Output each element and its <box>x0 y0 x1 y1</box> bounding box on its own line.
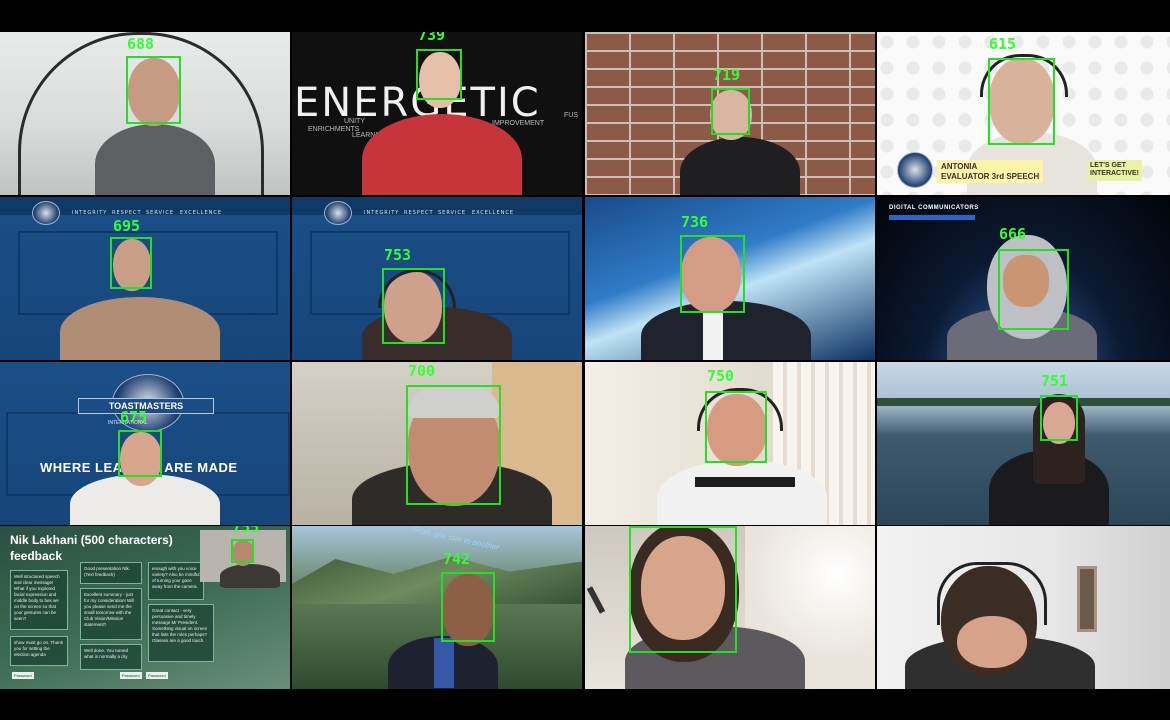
feedback-title: Nik Lakhani (500 characters) feedback <box>10 532 173 564</box>
face-id-label: 615 <box>989 35 1017 53</box>
face-id-label: 695 <box>113 217 141 235</box>
face-box <box>988 58 1055 145</box>
face-id-label: 688 <box>127 35 155 53</box>
pen <box>586 586 606 614</box>
face-id-label: 666 <box>999 225 1027 243</box>
face-box <box>126 56 181 124</box>
face-box <box>110 237 152 289</box>
feedback-card: Good presentation Nik. (Text feedback) <box>80 562 142 584</box>
feedback-card: Well structured speech and clear message… <box>10 570 68 630</box>
banner-word: INTEGRITY <box>364 210 400 216</box>
participant-tile-9[interactable]: TOASTMASTERS INTERNATIONAL WHERE LEADERS… <box>0 362 290 525</box>
background-small-word: FUS <box>564 112 578 119</box>
face-box <box>680 235 745 313</box>
participant-tile-16[interactable] <box>877 526 1170 689</box>
background-small-word: IMPROVEMENT <box>492 120 545 127</box>
brand-label: DIGITAL COMMUNICATORS <box>889 205 979 211</box>
face-id-label: 736 <box>681 213 709 231</box>
face-box <box>406 385 501 505</box>
shoreline <box>877 398 1170 406</box>
participant-tile-8[interactable]: DIGITAL COMMUNICATORS 666 <box>877 197 1170 360</box>
cta-line2: INTERACTIVE! <box>1090 170 1139 178</box>
banner-word: EXCELLENCE <box>472 210 514 216</box>
feedback-card: Excellent summary - just for my consider… <box>80 588 142 640</box>
face-id-label: 700 <box>408 362 436 380</box>
participant-body <box>362 114 522 195</box>
headset <box>937 562 1047 625</box>
participant-tile-13[interactable]: Nik Lakhani (500 characters) feedback We… <box>0 526 290 689</box>
participant-tile-11[interactable]: 750 <box>585 362 875 525</box>
toastmasters-logo <box>32 201 60 225</box>
face-id-label: 753 <box>384 246 412 264</box>
feedback-card: show must go on. Thank you for setting t… <box>10 636 68 666</box>
cta-badge: LET'S GET INTERACTIVE! <box>1087 160 1142 181</box>
face-id-label: 755 <box>232 526 260 536</box>
participant-body <box>95 124 215 195</box>
face-box <box>441 572 495 642</box>
participant-body <box>220 564 280 588</box>
participant-tile-2[interactable]: ENERGETIC ENRICHMENTS UNITY LEARNING IMP… <box>292 32 582 195</box>
face-id-label: 751 <box>1041 372 1069 390</box>
caption-name: ANTONIA <box>941 162 978 171</box>
face-box <box>705 391 767 463</box>
face-id-label: 675 <box>120 408 148 426</box>
participant-tile-4[interactable]: 615 ANTONIA EVALUATOR 3rd SPEECH LET'S G… <box>877 32 1170 195</box>
face-box <box>711 88 750 135</box>
feedback-title-line1: Nik Lakhani (500 characters) <box>10 533 173 547</box>
participant-tile-14[interactable]: From one star to another 742 <box>292 526 582 689</box>
feedback-card: enough with you voice variety? Also be m… <box>148 562 204 600</box>
quote-text: From one star to another <box>412 526 501 553</box>
video-grid: 688 ENERGETIC ENRICHMENTS UNITY LEARNING… <box>0 32 1170 689</box>
participant-tile-7[interactable]: 736 <box>585 197 875 360</box>
feedback-button[interactable]: Password <box>120 672 142 679</box>
participant-body <box>657 460 827 525</box>
shirt <box>434 638 454 688</box>
face-box <box>382 268 445 344</box>
face-box <box>118 430 162 477</box>
feedback-card: Well done. You turned what is normally a… <box>80 644 142 670</box>
feedback-button[interactable]: Password <box>146 672 168 679</box>
face-box <box>1040 395 1078 441</box>
social-strip <box>889 215 975 220</box>
feedback-button[interactable]: Password <box>12 672 34 679</box>
banner-word: EXCELLENCE <box>180 210 222 216</box>
feedback-card: Great contact - very persuasive and time… <box>148 604 214 662</box>
mountain-ridge <box>292 556 582 604</box>
participant-tile-15[interactable]: 740 <box>585 526 875 689</box>
banner-word: INTEGRITY <box>72 210 108 216</box>
background-small-word: UNITY <box>344 118 365 125</box>
face-box <box>998 249 1069 330</box>
cta-line1: LET'S GET <box>1090 162 1126 169</box>
participant-tile-10[interactable]: 700 <box>292 362 582 525</box>
participant-body <box>60 297 220 360</box>
toastmasters-logo <box>897 152 933 188</box>
face-id-label: 739 <box>418 32 446 44</box>
face-id-label: 750 <box>707 367 735 385</box>
face-box <box>231 539 254 563</box>
caption-role: EVALUATOR 3rd SPEECH <box>941 171 1040 181</box>
banner-word: SERVICE <box>146 210 175 216</box>
participant-tile-6[interactable]: INTEGRITY RESPECT SERVICE EXCELLENCE 753 <box>292 197 582 360</box>
participant-tile-5[interactable]: INTEGRITY RESPECT SERVICE EXCELLENCE 695 <box>0 197 290 360</box>
face-id-label: 719 <box>713 66 741 84</box>
face-box <box>629 526 737 653</box>
wall-frame <box>1077 566 1097 632</box>
speaker-caption: ANTONIA EVALUATOR 3rd SPEECH <box>937 160 1044 184</box>
toastmasters-logo <box>324 201 352 225</box>
banner-word: SERVICE <box>438 210 467 216</box>
participant-body <box>680 137 800 195</box>
participant-tile-1[interactable]: 688 <box>0 32 290 195</box>
face-box <box>416 49 462 100</box>
shirt-stripe <box>695 477 795 487</box>
face-id-label: 742 <box>443 550 471 568</box>
participant-tile-3[interactable]: 719 <box>585 32 875 195</box>
participant-tile-12[interactable]: 751 <box>877 362 1170 525</box>
banner-word: RESPECT <box>112 210 142 216</box>
banner-word: RESPECT <box>404 210 434 216</box>
